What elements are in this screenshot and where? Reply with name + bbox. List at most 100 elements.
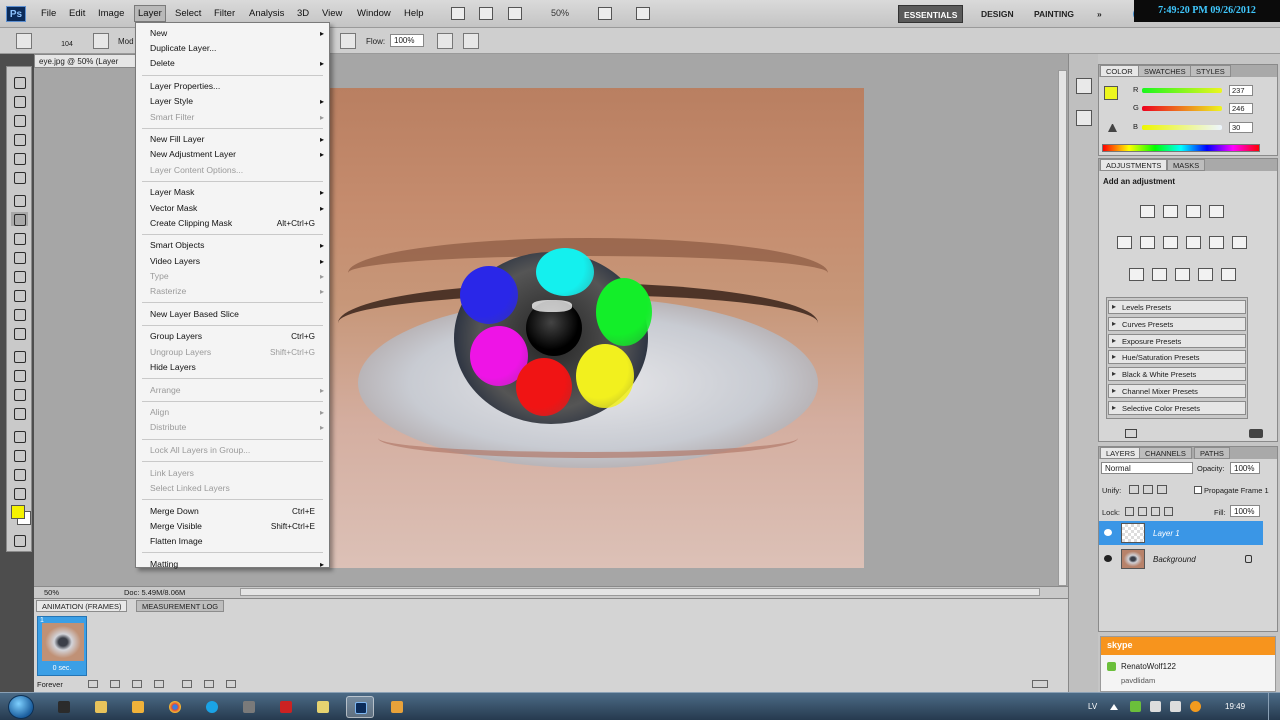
animation-frame-1[interactable]: 1 0 sec. [37,616,87,676]
preset-hue-saturation[interactable]: Hue/Saturation Presets [1108,350,1246,364]
dodge-tool-icon[interactable] [11,326,28,340]
tablet-pressure-icon[interactable] [463,33,479,49]
channel-g-slider[interactable] [1142,106,1222,111]
menu-3d[interactable]: 3D [297,8,309,19]
shape-tool-icon[interactable] [11,406,28,420]
menu-item-matting[interactable]: Matting ▸ [136,557,329,572]
start-button[interactable] [8,695,34,719]
menu-item-new[interactable]: New ▸ [136,26,329,41]
channel-b-slider[interactable] [1142,125,1222,130]
taskbar-app-skype[interactable] [198,696,226,718]
next-frame-icon[interactable] [154,680,164,688]
healing-brush-tool-icon[interactable] [11,193,28,207]
tab-styles[interactable]: STYLES [1190,65,1231,77]
loop-options-select[interactable]: Forever [37,680,63,689]
workspace-design[interactable]: DESIGN [976,5,1019,23]
gradient-tool-icon[interactable] [11,288,28,302]
type-tool-icon[interactable] [11,368,28,382]
preset-selective-color[interactable]: Selective Color Presets [1108,401,1246,415]
unify-style-icon[interactable] [1157,485,1167,494]
menu-layer[interactable]: Layer [134,5,166,22]
tab-adjustments[interactable]: ADJUSTMENTS [1100,159,1168,171]
tab-swatches[interactable]: SWATCHES [1138,65,1192,77]
curves-icon[interactable] [1186,205,1201,218]
pen-tool-icon[interactable] [11,349,28,363]
update-icon[interactable] [1190,701,1201,712]
clone-stamp-tool-icon[interactable] [11,231,28,245]
menu-item-hide-layers[interactable]: Hide Layers [136,360,329,375]
preset-exposure[interactable]: Exposure Presets [1108,334,1246,348]
gamut-warning-icon[interactable] [1108,123,1117,132]
tab-channels[interactable]: CHANNELS [1139,447,1192,459]
crop-tool-icon[interactable] [11,151,28,165]
layer-row-background[interactable]: Background [1099,547,1263,571]
menu-item-layer-properties[interactable]: Layer Properties... [136,79,329,94]
exposure-icon[interactable] [1209,205,1224,218]
first-frame-icon[interactable] [88,680,98,688]
preset-channel-mixer[interactable]: Channel Mixer Presets [1108,384,1246,398]
foreground-color-swatch[interactable] [11,505,25,519]
taskbar-app-4[interactable] [309,696,337,718]
lock-pixels-icon[interactable] [1138,507,1147,516]
duplicate-frame-icon[interactable] [204,680,214,688]
color-spectrum-bar[interactable] [1102,144,1260,152]
color-balance-icon[interactable] [1163,236,1178,249]
foreground-color-chip[interactable] [1104,86,1118,100]
tab-masks[interactable]: MASKS [1167,159,1206,171]
volume-icon[interactable] [1170,701,1181,712]
propagate-frame-checkbox[interactable] [1194,486,1202,494]
screen-mode-icon[interactable] [508,7,522,20]
vibrance-icon[interactable] [1117,236,1132,249]
preset-levels[interactable]: Levels Presets [1108,300,1246,314]
preset-curves[interactable]: Curves Presets [1108,317,1246,331]
fill-input[interactable]: 100% [1230,505,1260,517]
menu-item-group-layers[interactable]: Group Layers Ctrl+G [136,329,329,344]
lock-transparent-icon[interactable] [1125,507,1134,516]
menu-analysis[interactable]: Analysis [249,8,284,19]
taskbar-clock[interactable]: 19:49 [1225,702,1245,711]
menu-item-delete[interactable]: Delete ▸ [136,56,329,71]
move-tool-icon[interactable] [11,75,28,89]
history-brush-tool-icon[interactable] [11,250,28,264]
network-icon[interactable] [1150,701,1161,712]
zoom-level[interactable]: 50% [551,8,569,18]
tab-color[interactable]: COLOR [1100,65,1139,77]
taskbar-app-photoshop[interactable] [346,696,374,718]
blur-tool-icon[interactable] [11,307,28,321]
workspace-essentials[interactable]: ESSENTIALS [898,5,964,23]
vertical-scrollbar[interactable] [1058,70,1067,586]
eyedropper-tool-icon[interactable] [11,170,28,184]
menu-item-video-layers[interactable]: Video Layers ▸ [136,254,329,269]
menu-window[interactable]: Window [357,8,391,19]
workspace-painting[interactable]: PAINTING [1029,5,1079,23]
levels-icon[interactable] [1163,205,1178,218]
channel-g-input[interactable]: 246 [1229,103,1253,114]
layer-name[interactable]: Background [1153,555,1196,564]
convert-to-timeline-icon[interactable] [1032,680,1048,688]
visibility-eye-icon[interactable] [1104,529,1112,536]
history-panel-icon[interactable] [1076,78,1092,94]
zoom-tool-icon[interactable] [11,486,28,500]
menu-select[interactable]: Select [175,8,201,19]
brush-tool-icon[interactable] [11,212,28,226]
bridge-icon[interactable] [451,7,465,20]
invert-icon[interactable] [1129,268,1144,281]
tab-measurement-log[interactable]: MEASUREMENT LOG [136,600,225,612]
clip-to-layer-icon[interactable] [1249,429,1263,438]
hue-saturation-icon[interactable] [1140,236,1155,249]
menu-item-smart-objects[interactable]: Smart Objects ▸ [136,238,329,253]
delete-frame-icon[interactable] [226,680,236,688]
lock-all-icon[interactable] [1164,507,1173,516]
opacity-input[interactable]: 100% [1230,462,1260,474]
menu-help[interactable]: Help [404,8,424,19]
arrange-documents-icon[interactable] [636,7,650,20]
layer-row-layer-1[interactable]: Layer 1 [1099,521,1263,545]
channel-r-input[interactable]: 237 [1229,85,1253,96]
play-icon[interactable] [132,680,142,688]
taskbar-app-3[interactable] [272,696,300,718]
canvas-eye-image[interactable] [318,88,864,568]
menu-item-layer-mask[interactable]: Layer Mask ▸ [136,185,329,200]
taskbar-app-explorer[interactable] [87,696,115,718]
3d-rotate-tool-icon[interactable] [11,429,28,443]
menu-filter[interactable]: Filter [214,8,235,19]
